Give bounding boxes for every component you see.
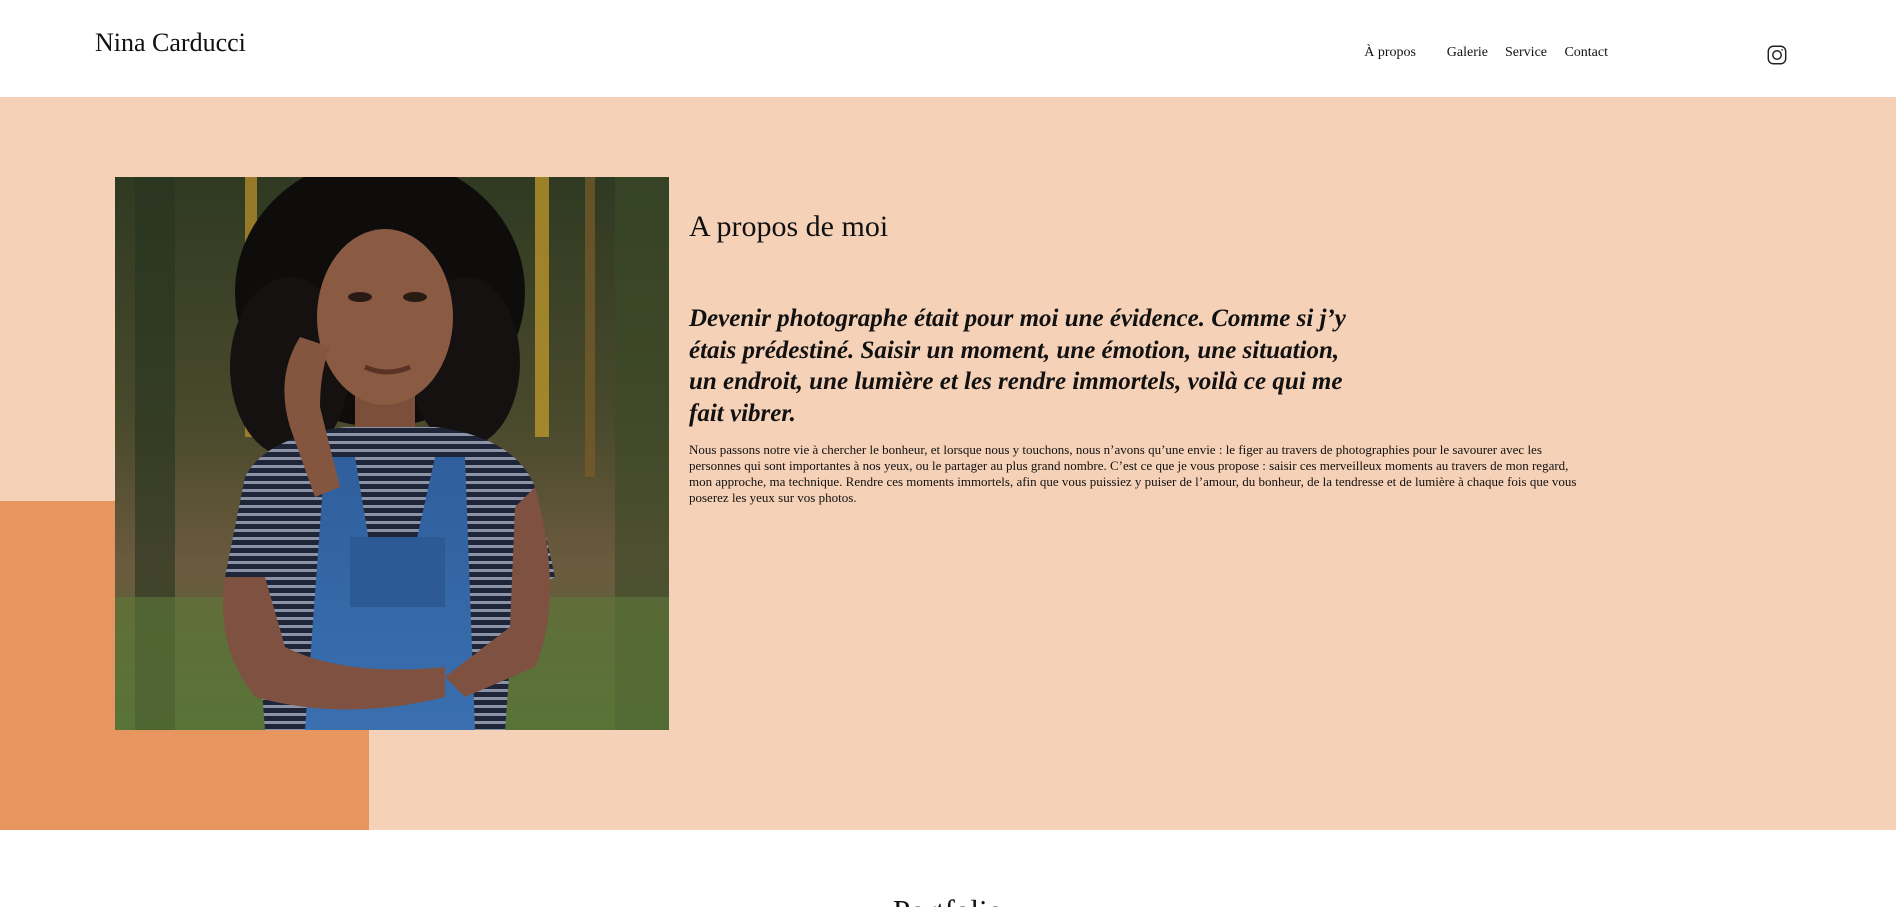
nav-link-gallery[interactable]: Galerie [1447, 44, 1488, 62]
site-header: Nina Carducci À propos Galerie Service C… [0, 0, 1896, 97]
brand-logo[interactable]: Nina Carducci [95, 26, 246, 60]
nav-link-service[interactable]: Service [1505, 44, 1547, 62]
portrait-illustration [115, 177, 669, 730]
portrait-photo [115, 177, 669, 730]
portfolio-title: Portfolio [0, 893, 1896, 907]
about-title: A propos de moi [689, 210, 889, 243]
instagram-icon [1767, 45, 1787, 65]
about-section: A propos de moi Devenir photographe étai… [0, 97, 1896, 830]
nav-link-about[interactable]: À propos [1364, 44, 1416, 62]
about-description: Nous passons notre vie à chercher le bon… [689, 442, 1577, 505]
about-quote: Devenir photographe était pour moi une é… [689, 305, 1346, 427]
nav-link-contact[interactable]: Contact [1564, 44, 1608, 62]
page: Nina Carducci À propos Galerie Service C… [0, 0, 1896, 907]
instagram-link[interactable] [1766, 44, 1788, 66]
